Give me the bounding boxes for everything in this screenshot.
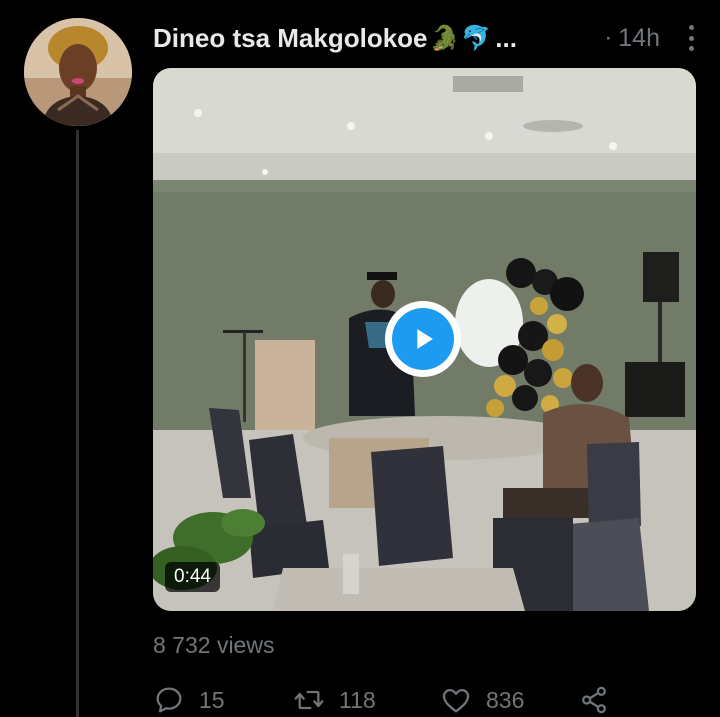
tweet[interactable]: Dineo tsa Makgolokoe 🐊 🐬 ... · 14h 0:44 … [0,0,720,717]
avatar-image [24,18,132,126]
more-vertical-icon[interactable] [684,23,698,53]
reply-icon [156,687,182,713]
display-name[interactable]: Dineo tsa Makgolokoe [153,23,428,54]
reply-button[interactable]: 15 [153,684,225,716]
video-player[interactable]: 0:44 [153,68,696,611]
like-button[interactable]: 836 [440,684,524,716]
retweet-button[interactable]: 118 [293,684,376,716]
play-button[interactable] [385,301,461,377]
share-icon [582,686,606,714]
view-count: 8 732 views [153,632,275,658]
reply-count: 15 [199,686,225,713]
name-truncation: ... [495,22,517,53]
play-icon [392,308,454,370]
retweet-icon [294,690,324,710]
separator: · [604,24,613,51]
heart-icon [442,689,470,713]
crocodile-emoji: 🐊 [429,24,460,52]
thread-line [76,130,79,717]
retweet-count: 118 [339,686,376,713]
tweet-header: Dineo tsa Makgolokoe 🐊 🐬 ... · 14h [153,20,698,56]
dolphin-emoji: 🐬 [461,24,492,52]
like-count: 836 [486,686,525,713]
avatar[interactable] [24,18,132,126]
timestamp[interactable]: 14h [618,24,660,53]
share-button[interactable] [578,684,624,716]
tweet-actions: 15 118 836 [153,684,623,717]
video-duration: 0:44 [165,562,220,592]
